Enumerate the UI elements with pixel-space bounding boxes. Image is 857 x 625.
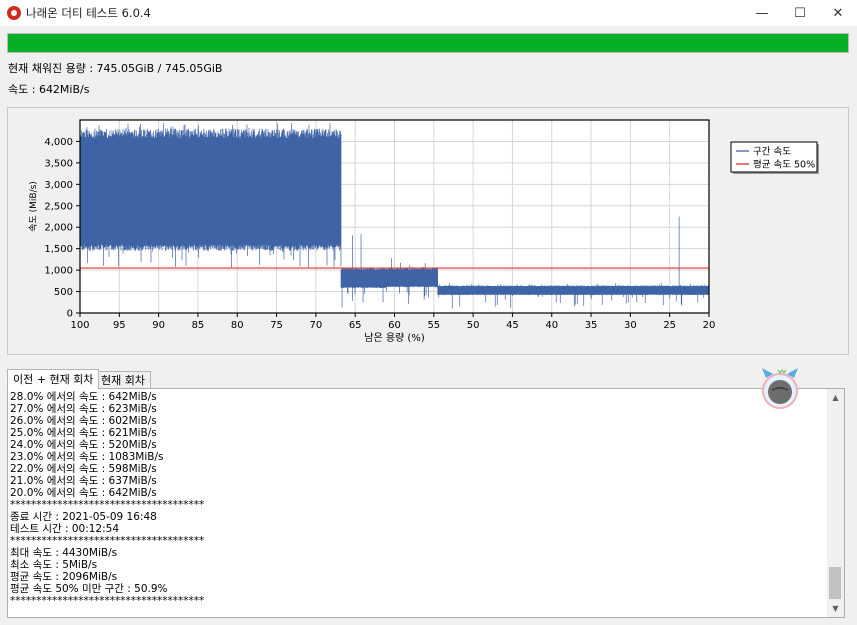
filled-capacity-text: 현재 채워진 용량 : 745.05GiB / 745.05GiB [8,62,223,75]
log-line: 22.0% 에서의 속도 : 598MiB/s [10,463,157,475]
x-tick-label: 20 [703,320,716,331]
log-line: 26.0% 에서의 속도 : 602MiB/s [10,415,157,427]
x-tick-label: 50 [467,320,480,331]
log-line: 테스트 시간 : 00:12:54 [10,523,120,535]
x-tick-label: 55 [427,320,440,331]
log-line: 20.0% 에서의 속도 : 642MiB/s [10,487,157,499]
close-button[interactable]: ✕ [819,0,857,26]
x-tick-label: 90 [152,320,165,331]
y-tick-label: 2,500 [44,201,73,212]
log-line: 최소 속도 : 5MiB/s [10,559,98,571]
log-line: 평균 속도 50% 미만 구간 : 50.9% [10,583,168,595]
y-tick-label: 1,500 [44,244,73,255]
y-tick-label: 4,000 [44,137,73,148]
scroll-down-icon[interactable]: ▼ [827,600,844,617]
y-tick-label: 3,500 [44,158,73,169]
y-tick-label: 500 [54,287,73,298]
log-line: ************************************* [10,595,205,607]
speed-chart: 100 95 90 85 80 75 70 65 60 55 50 45 40 35 30 25 20 0 500 1… [28,119,819,344]
x-tick-label: 100 [70,320,89,331]
x-tick-label: 80 [231,320,244,331]
log-line: 최대 속도 : 4430MiB/s [10,547,118,559]
speed-chart-panel: 100 95 90 85 80 75 70 65 60 55 50 45 40 35 30 25 20 0 500 1… [7,107,849,355]
progress-fill [8,34,848,52]
log-line: 24.0% 에서의 속도 : 520MiB/s [10,439,157,451]
x-tick-label: 70 [310,320,323,331]
mascot-icon [762,368,798,409]
log-line: ************************************* [10,535,205,547]
legend-label: 구간 속도 [753,147,791,158]
scroll-up-icon[interactable]: ▲ [827,389,844,406]
x-tick-label: 45 [506,320,519,331]
scroll-thumb[interactable] [829,567,841,599]
log-textbox[interactable]: 28.0% 에서의 속도 : 642MiB/s 27.0% 에서의 속도 : 62… [7,388,845,618]
y-tick-label: 3,000 [44,180,73,191]
window-title: 나래온 더티 테스트 6.0.4 [26,6,151,20]
log-line: 28.0% 에서의 속도 : 642MiB/s [10,391,157,403]
y-tick-label: 1,000 [44,266,73,277]
x-tick-label: 95 [113,320,126,331]
tab-current[interactable]: 현재 회차 [95,371,151,389]
x-tick-label: 85 [192,320,205,331]
legend-label: 평균 속도 50% [753,160,815,171]
minimize-button[interactable]: — [743,0,781,26]
x-tick-label: 35 [585,320,598,331]
app-icon [7,6,21,20]
log-line: 평균 속도 : 2096MiB/s [10,571,118,583]
progress-bar [7,33,849,53]
log-line: 25.0% 에서의 속도 : 621MiB/s [10,427,157,439]
main-client: 현재 채워진 용량 : 745.05GiB / 745.05GiB 속도 : 6… [0,26,857,625]
log-scrollbar[interactable]: ▲ ▼ [827,389,844,617]
log-line: ************************************* [10,499,205,511]
x-tick-label: 60 [388,320,401,331]
log-line: 27.0% 에서의 속도 : 623MiB/s [10,403,157,415]
log-line: 23.0% 에서의 속도 : 1083MiB/s [10,451,164,463]
x-tick-label: 75 [270,320,283,331]
x-axis-label: 남은 용량 (%) [364,332,425,344]
tab-cumulative[interactable]: 이전 + 현재 회차 [7,369,100,389]
y-tick-label: 2,000 [44,223,73,234]
log-line: 종료 시간 : 2021-05-09 16:48 [10,511,157,523]
x-tick-label: 25 [663,320,676,331]
x-tick-label: 40 [545,320,558,331]
log-line: 21.0% 에서의 속도 : 637MiB/s [10,475,157,487]
y-axis-label: 속도 (MiB/s) [28,181,39,232]
x-tick-label: 30 [624,320,637,331]
title-bar: 나래온 더티 테스트 6.0.4 — ☐ ✕ [0,0,857,26]
y-tick-label: 0 [67,309,73,320]
log-lines: 28.0% 에서의 속도 : 642MiB/s 27.0% 에서의 속도 : 62… [10,391,204,607]
speed-text: 속도 : 642MiB/s [8,83,90,96]
maximize-button[interactable]: ☐ [781,0,819,26]
x-tick-label: 65 [349,320,362,331]
